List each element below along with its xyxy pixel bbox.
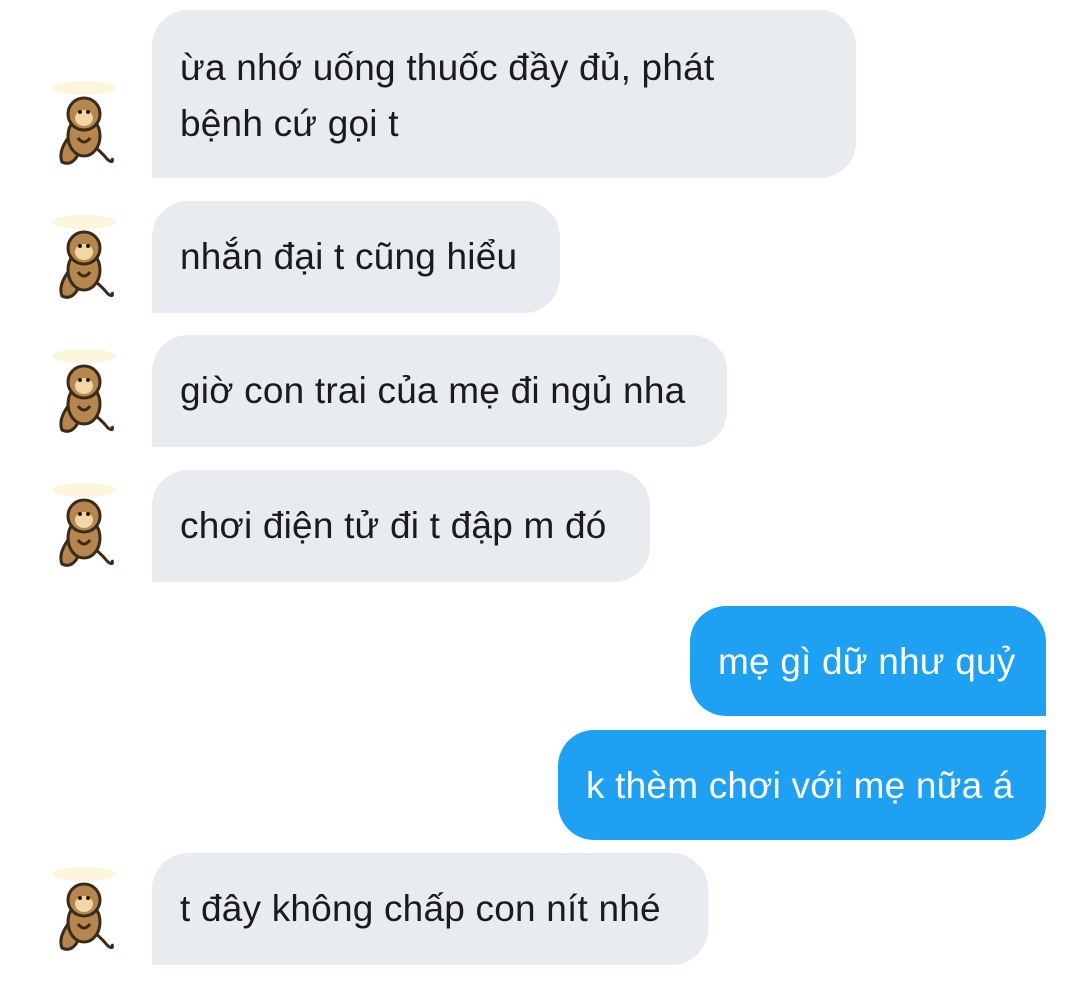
outgoing-message-bubble[interactable]: mẹ gì dữ như quỷ xyxy=(690,606,1046,716)
incoming-message-bubble[interactable]: ừa nhớ uống thuốc đầy đủ, phát bệnh cứ g… xyxy=(152,10,856,178)
incoming-message-bubble[interactable]: giờ con trai của mẹ đi ngủ nha xyxy=(152,335,727,447)
incoming-message-bubble[interactable]: chơi điện tử đi t đập m đó xyxy=(152,470,650,582)
incoming-message-bubble[interactable]: t đây không chấp con nít nhé xyxy=(152,853,708,965)
message-text: giờ con trai của mẹ đi ngủ nha xyxy=(180,370,686,411)
message-text: t đây không chấp con nít nhé xyxy=(180,888,661,929)
message-text-line: bệnh cứ gọi t xyxy=(180,103,399,144)
monkey-avatar-icon[interactable] xyxy=(48,346,120,442)
message-text: nhắn đại t cũng hiểu xyxy=(180,236,518,277)
monkey-avatar-icon[interactable] xyxy=(48,212,120,308)
monkey-avatar-icon[interactable] xyxy=(48,480,120,576)
message-text-line: ừa nhớ uống thuốc đầy đủ, phát xyxy=(180,47,715,88)
incoming-message-bubble[interactable]: nhắn đại t cũng hiểu xyxy=(152,201,560,313)
monkey-avatar-icon[interactable] xyxy=(48,864,120,960)
message-text: chơi điện tử đi t đập m đó xyxy=(180,505,607,546)
message-text: k thèm chơi với mẹ nữa á xyxy=(586,765,1014,806)
monkey-avatar-icon[interactable] xyxy=(48,78,120,174)
outgoing-message-bubble[interactable]: k thèm chơi với mẹ nữa á xyxy=(558,730,1046,840)
message-text: mẹ gì dữ như quỷ xyxy=(718,641,1016,682)
chat-thread: ừa nhớ uống thuốc đầy đủ, phát bệnh cứ g… xyxy=(0,0,1080,987)
